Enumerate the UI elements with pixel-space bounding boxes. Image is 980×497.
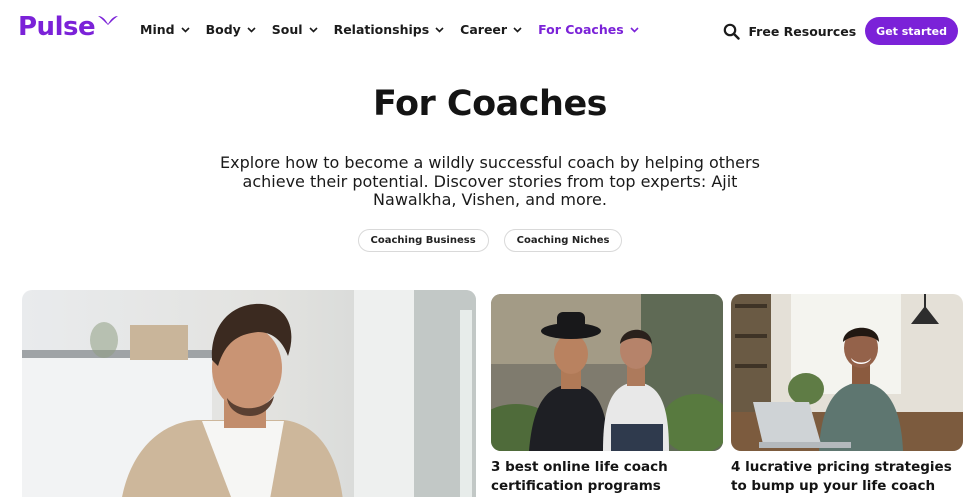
nav-item-label: Mind xyxy=(140,22,175,37)
article-image-pricing[interactable] xyxy=(731,294,963,451)
free-resources-link[interactable]: Free Resources xyxy=(748,24,856,39)
nav-item-for-coaches[interactable]: For Coaches xyxy=(538,22,639,37)
nav-actions: Free Resources Get started xyxy=(723,17,958,45)
page-title: For Coaches xyxy=(372,84,608,124)
top-navigation: Pulse Mind Body Soul Relationships Caree… xyxy=(0,0,980,62)
chevron-down-icon xyxy=(630,26,639,33)
get-started-button[interactable]: Get started xyxy=(865,17,958,45)
chevron-down-icon xyxy=(309,26,318,33)
nav-item-soul[interactable]: Soul xyxy=(272,22,318,37)
logo[interactable]: Pulse xyxy=(18,14,119,40)
nav-item-label: Relationships xyxy=(333,22,430,37)
article-image-certification[interactable] xyxy=(491,294,723,451)
nav-item-label: Body xyxy=(205,22,241,37)
nav-item-career[interactable]: Career xyxy=(460,22,522,37)
tag-coaching-business[interactable]: Coaching Business xyxy=(357,229,489,252)
tag-coaching-niches[interactable]: Coaching Niches xyxy=(503,229,623,252)
logo-text: Pulse xyxy=(18,12,96,42)
search-icon[interactable] xyxy=(723,23,741,40)
nav-item-mind[interactable]: Mind xyxy=(140,22,190,37)
page-subtitle: Explore how to become a wildly successfu… xyxy=(220,153,760,210)
chevron-down-icon xyxy=(513,26,522,33)
nav-item-label: For Coaches xyxy=(538,22,624,37)
topic-tags: Coaching Business Coaching Niches xyxy=(0,229,980,252)
nav-item-label: Career xyxy=(460,22,508,37)
chevron-down-icon xyxy=(247,26,256,33)
chevron-down-icon xyxy=(435,26,444,33)
main-menu: Mind Body Soul Relationships Career For … xyxy=(140,22,655,37)
article-title-certification[interactable]: 3 best online life coach certification p… xyxy=(491,458,723,496)
nav-item-relationships[interactable]: Relationships xyxy=(334,22,445,37)
article-title-pricing[interactable]: 4 lucrative pricing strategies to bump u… xyxy=(731,458,971,497)
nav-item-label: Soul xyxy=(271,22,303,37)
nav-item-body[interactable]: Body xyxy=(206,22,256,37)
chevron-down-icon xyxy=(181,26,190,33)
wing-icon xyxy=(97,13,119,31)
featured-article-image[interactable] xyxy=(22,290,476,497)
